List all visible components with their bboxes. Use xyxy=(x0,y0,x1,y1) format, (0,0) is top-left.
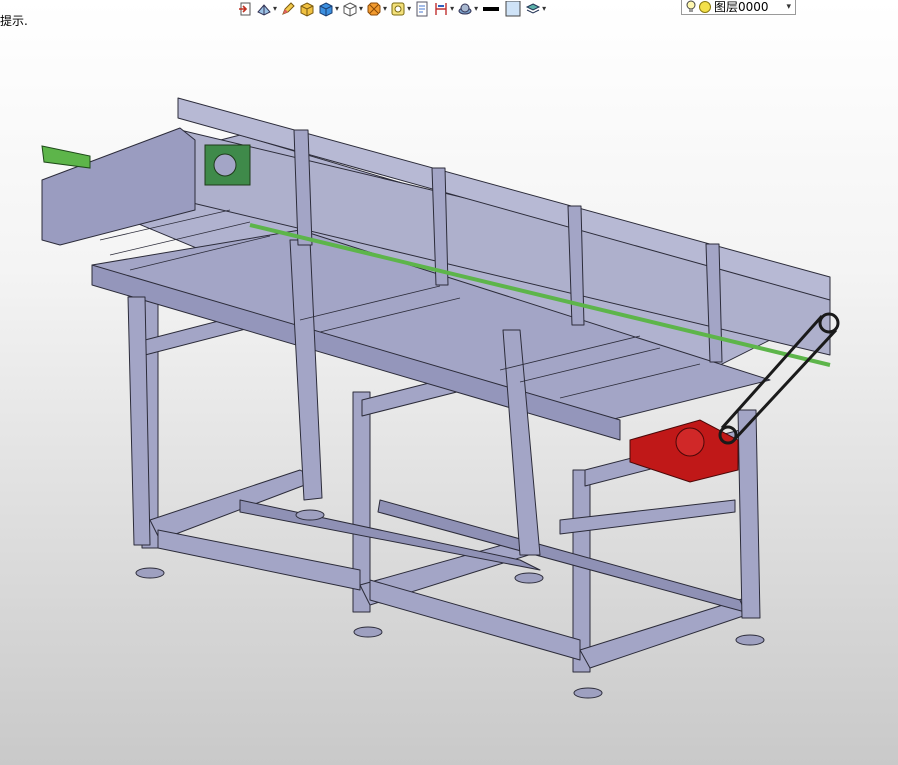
3d-viewport[interactable]: 提示. ▾ ▾ ▾ ▾ ▾ ▾ ▾ ▾ 图层0000 ▾ xyxy=(0,0,898,765)
frame-beam xyxy=(149,469,319,541)
bearing-bore xyxy=(213,153,237,177)
frame-beam xyxy=(157,529,361,591)
motor-flange xyxy=(675,427,705,457)
frame-beam xyxy=(579,597,756,669)
conveyor-model[interactable] xyxy=(0,0,898,765)
frame-leg xyxy=(737,409,761,619)
drive-shaft xyxy=(41,145,91,169)
frame-beam xyxy=(369,579,581,661)
